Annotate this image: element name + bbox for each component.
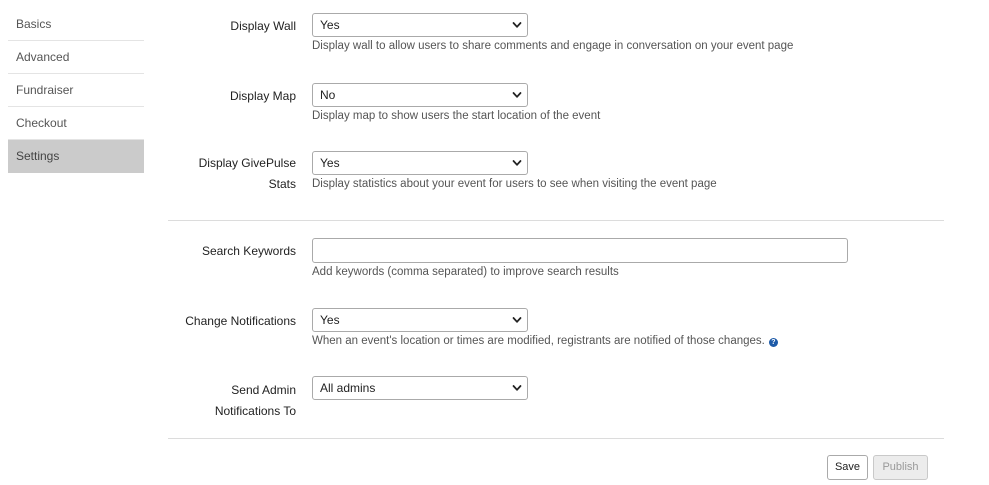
display-stats-value: Yes xyxy=(320,156,340,170)
search-keywords-label: Search Keywords xyxy=(201,244,296,258)
sidebar-item-advanced[interactable]: Advanced xyxy=(8,41,144,74)
search-keywords-input[interactable] xyxy=(312,238,848,263)
display-stats-select[interactable]: Yes xyxy=(312,151,528,175)
settings-sidebar: Basics Advanced Fundraiser Checkout Sett… xyxy=(8,8,144,173)
chevron-down-icon xyxy=(511,19,523,31)
change-notifications-value: Yes xyxy=(320,313,340,327)
display-stats-label: Display GivePulse Stats xyxy=(198,156,296,191)
display-wall-value: Yes xyxy=(320,18,340,32)
sidebar-item-settings[interactable]: Settings xyxy=(8,140,144,173)
display-map-label: Display Map xyxy=(229,89,296,103)
admin-notifications-value: All admins xyxy=(320,381,376,395)
admin-notifications-select[interactable]: All admins xyxy=(312,376,528,400)
change-notifications-select[interactable]: Yes xyxy=(312,308,528,332)
display-wall-help: Display wall to allow users to share com… xyxy=(312,40,794,52)
help-question-icon[interactable]: ? xyxy=(768,338,778,347)
sidebar-item-checkout[interactable]: Checkout xyxy=(8,107,144,140)
chevron-down-icon xyxy=(511,89,523,101)
change-notifications-label: Change Notifications xyxy=(185,314,296,328)
admin-notifications-label-line2: Notifications To xyxy=(214,404,296,418)
change-notifications-help: When an event's location or times are mo… xyxy=(312,335,765,347)
display-map-help: Display map to show users the start loca… xyxy=(312,110,601,122)
save-button[interactable]: Save xyxy=(827,455,868,480)
sidebar-item-fundraiser[interactable]: Fundraiser xyxy=(8,74,144,107)
search-keywords-help: Add keywords (comma separated) to improv… xyxy=(312,266,619,278)
admin-notifications-label: Send Admin Notifications To xyxy=(168,380,296,422)
chevron-down-icon xyxy=(511,314,523,326)
display-map-value: No xyxy=(320,88,336,102)
footer-divider xyxy=(168,438,944,439)
section-divider xyxy=(168,220,944,221)
publish-button[interactable]: Publish xyxy=(873,455,928,480)
change-notifications-help-row: When an event's location or times are mo… xyxy=(312,333,778,349)
chevron-down-icon xyxy=(511,157,523,169)
sidebar-item-basics[interactable]: Basics xyxy=(8,8,144,41)
display-wall-select[interactable]: Yes xyxy=(312,13,528,37)
display-stats-help: Display statistics about your event for … xyxy=(312,178,717,190)
chevron-down-icon xyxy=(511,382,523,394)
admin-notifications-label-line1: Send Admin xyxy=(231,383,296,397)
display-map-select[interactable]: No xyxy=(312,83,528,107)
display-wall-label: Display Wall xyxy=(230,19,296,33)
